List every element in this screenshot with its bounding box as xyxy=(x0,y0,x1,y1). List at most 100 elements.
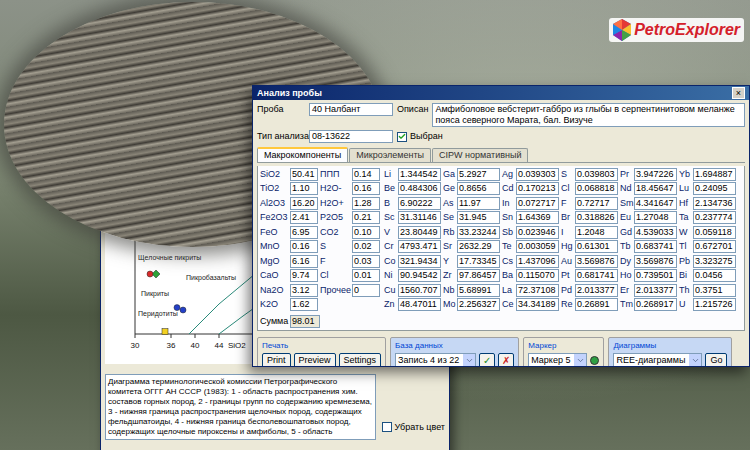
value-field[interactable]: 4793.471 xyxy=(398,240,441,253)
diagram-dropdown[interactable]: REE-диаграммы xyxy=(613,353,702,367)
value-field[interactable]: 0.681741 xyxy=(575,269,618,282)
print-button[interactable]: Settings xyxy=(339,353,382,367)
value-field[interactable]: 1560.707 xyxy=(398,284,441,297)
value-field[interactable]: 0.01 xyxy=(352,269,380,282)
value-field[interactable]: 17.73345 xyxy=(457,255,500,268)
value-field[interactable]: 0.039303 xyxy=(516,168,559,181)
value-field[interactable]: 321.9434 xyxy=(398,255,441,268)
value-field[interactable]: 6.16 xyxy=(290,255,318,268)
value-field[interactable]: 0.318826 xyxy=(575,211,618,224)
value-field[interactable]: 1.64369 xyxy=(516,211,559,224)
value-field[interactable]: 0.72717 xyxy=(575,197,618,210)
value-field[interactable]: 34.34189 xyxy=(516,298,559,311)
value-field[interactable]: 0.268917 xyxy=(634,298,677,311)
value-field[interactable]: 0.02 xyxy=(352,240,380,253)
value-field[interactable]: 23.80449 xyxy=(398,226,441,239)
close-button[interactable]: × xyxy=(732,87,745,99)
value-field[interactable]: 3.947226 xyxy=(634,168,677,181)
value-field[interactable]: 6.90222 xyxy=(398,197,441,210)
value-field[interactable]: 0.8656 xyxy=(457,182,500,195)
value-field[interactable]: 0.059118 xyxy=(693,226,736,239)
value-field[interactable]: 0.24095 xyxy=(693,182,736,195)
value-field[interactable]: 48.47011 xyxy=(398,298,441,311)
value-field[interactable]: 3.569876 xyxy=(575,255,618,268)
value-field[interactable]: 33.23244 xyxy=(457,226,500,239)
save-button[interactable]: ✓ xyxy=(479,353,495,367)
value-field[interactable]: 0 xyxy=(352,284,380,297)
go-button[interactable]: Go xyxy=(705,353,727,367)
value-field[interactable]: 1.694887 xyxy=(693,168,736,181)
value-field[interactable]: 3.12 xyxy=(290,284,318,297)
value-field[interactable]: 18.45647 xyxy=(634,182,677,195)
data-point[interactable] xyxy=(174,305,180,311)
sample-field[interactable]: 40 Налбант xyxy=(309,103,393,116)
value-field[interactable]: 0.039803 xyxy=(575,168,618,181)
tab[interactable]: Микроэлементы xyxy=(349,148,431,162)
value-field[interactable]: 1.27048 xyxy=(634,211,677,224)
value-field[interactable]: 0.672701 xyxy=(693,240,736,253)
value-field[interactable]: 0.21 xyxy=(352,211,380,224)
value-field[interactable]: 9.74 xyxy=(290,269,318,282)
value-field[interactable]: 0.3751 xyxy=(693,284,736,297)
description-box[interactable]: Диаграмма терминологической комиссии Пет… xyxy=(105,374,376,440)
value-field[interactable]: 6.95 xyxy=(290,226,318,239)
value-field[interactable]: 0.739501 xyxy=(634,269,677,282)
value-field[interactable]: 5.68991 xyxy=(457,284,500,297)
value-field[interactable]: 2.013377 xyxy=(575,284,618,297)
value-field[interactable]: 0.0456 xyxy=(693,269,736,282)
value-field[interactable]: 16.20 xyxy=(290,197,318,210)
value-field[interactable]: 11.97 xyxy=(457,197,500,210)
value-field[interactable]: 2.41 xyxy=(290,211,318,224)
value-field[interactable]: 0.170213 xyxy=(516,182,559,195)
remove-color-checkbox[interactable]: Убрать цвет xyxy=(382,421,445,435)
value-field[interactable]: 0.484306 xyxy=(398,182,441,195)
value-field[interactable]: 3.323275 xyxy=(693,255,736,268)
data-point[interactable] xyxy=(147,271,153,277)
value-field[interactable]: 0.03 xyxy=(352,255,380,268)
value-field[interactable]: 4.539033 xyxy=(634,226,677,239)
value-field[interactable]: 0.237774 xyxy=(693,211,736,224)
data-point[interactable] xyxy=(162,329,168,335)
analysis-type-field[interactable]: 08-13622 xyxy=(309,130,393,143)
value-field[interactable]: 2.013377 xyxy=(634,284,677,297)
value-field[interactable]: 0.683741 xyxy=(634,240,677,253)
value-field[interactable]: 0.26891 xyxy=(575,298,618,311)
value-field[interactable]: 4.341647 xyxy=(634,197,677,210)
value-field[interactable]: 72.37108 xyxy=(516,284,559,297)
value-field[interactable]: 0.072717 xyxy=(516,197,559,210)
value-field[interactable]: 3.569876 xyxy=(634,255,677,268)
print-button[interactable]: Print xyxy=(262,353,291,367)
value-field[interactable]: 0.16 xyxy=(352,182,380,195)
value-field[interactable]: 0.115070 xyxy=(516,269,559,282)
value-field[interactable]: 90.94542 xyxy=(398,269,441,282)
value-field[interactable]: 1.10 xyxy=(290,182,318,195)
value-field[interactable]: 2.256327 xyxy=(457,298,500,311)
value-field[interactable]: 2.134736 xyxy=(693,197,736,210)
record-dropdown[interactable]: Запись 4 из 22 xyxy=(395,353,476,367)
value-field[interactable]: 31.31146 xyxy=(398,211,441,224)
checkbox-box[interactable] xyxy=(382,422,392,432)
value-field[interactable]: 1.215726 xyxy=(693,298,736,311)
tab[interactable]: Макрокомпоненты xyxy=(257,147,348,162)
value-field[interactable]: 1.62 xyxy=(290,298,318,311)
value-field[interactable]: 31.945 xyxy=(457,211,500,224)
value-field[interactable]: 0.003059 xyxy=(516,240,559,253)
value-field[interactable]: 50.41 xyxy=(290,168,318,181)
cancel-button[interactable]: ✗ xyxy=(498,353,514,367)
value-field[interactable]: 1.28 xyxy=(352,197,380,210)
value-field[interactable]: 0.61301 xyxy=(575,240,618,253)
value-field[interactable]: 1.344542 xyxy=(398,168,441,181)
value-field[interactable]: 0.023946 xyxy=(516,226,559,239)
value-field[interactable]: 0.16 xyxy=(290,240,318,253)
data-point[interactable] xyxy=(180,307,186,313)
marker-dropdown[interactable]: Маркер 5 xyxy=(528,353,587,367)
print-button[interactable]: Preview xyxy=(294,353,336,367)
selected-checkbox[interactable]: Выбран xyxy=(397,130,443,144)
value-field[interactable]: 0.10 xyxy=(352,226,380,239)
value-field[interactable]: 5.2927 xyxy=(457,168,500,181)
value-field[interactable]: 0.14 xyxy=(352,168,380,181)
value-field[interactable]: 1.2048 xyxy=(575,226,618,239)
value-field[interactable]: 1.437096 xyxy=(516,255,559,268)
checkbox-box[interactable] xyxy=(397,132,407,142)
value-field[interactable]: 2632.29 xyxy=(457,240,500,253)
